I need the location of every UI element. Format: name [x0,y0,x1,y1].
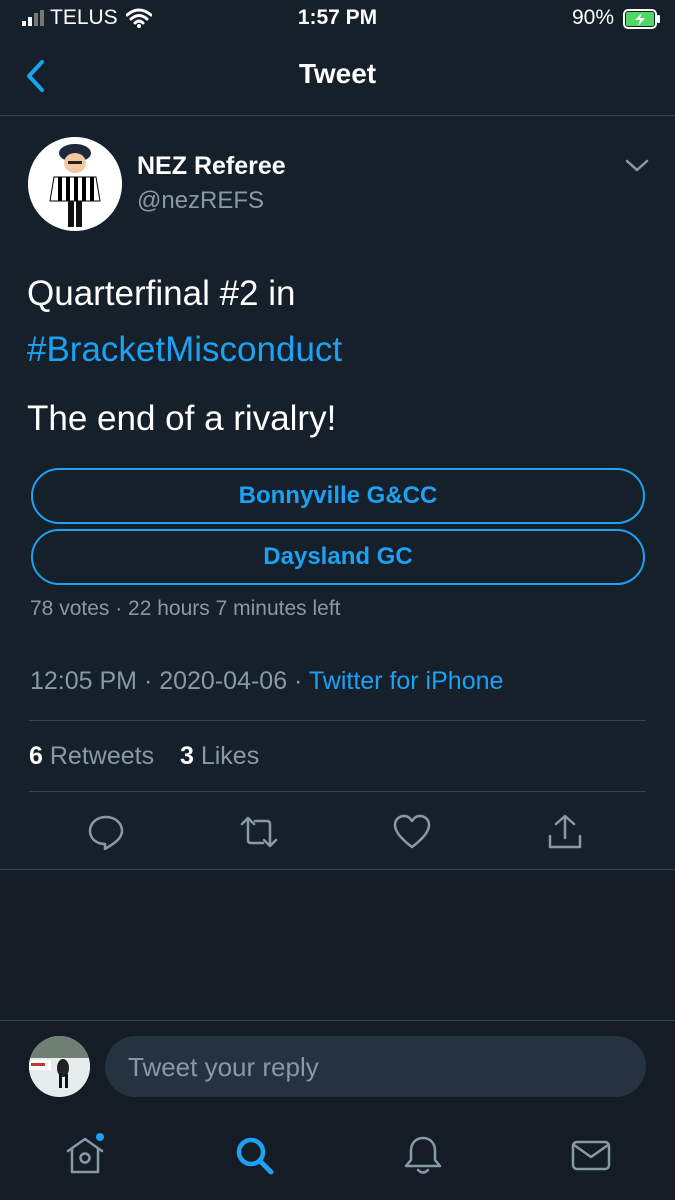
like-heart-icon[interactable] [392,812,432,852]
engagement-stats: 6 Retweets 3 Likes [29,742,259,771]
retweets-label: Retweets [49,742,155,770]
divider [29,720,646,721]
search-icon[interactable] [232,1133,276,1177]
notifications-bell-icon[interactable] [401,1133,445,1177]
author-name[interactable]: NEZ Referee [137,152,286,181]
status-bar: TELUS 1:57 PM 90% [0,0,675,38]
home-icon[interactable] [63,1133,107,1177]
tweet-timestamp: 12:05 PM · 2020-04-06 · [30,667,309,695]
chevron-down-icon[interactable] [624,156,650,176]
tweet-text-line: The end of a rivalry! [27,399,337,438]
hockey-rink-photo [29,1036,90,1097]
poll-option-2[interactable]: Daysland GC [31,529,645,585]
reply-bar-divider [0,1020,675,1021]
page-title: Tweet [298,58,377,89]
retweet-icon[interactable] [239,812,279,852]
poll-summary: 78 votes · 22 hours 7 minutes left [30,597,341,620]
share-icon[interactable] [545,812,585,852]
likes-count: 3 [179,742,194,770]
tweet-source-link[interactable]: Twitter for iPhone [309,667,504,695]
battery-percent: 90% [572,6,615,29]
reply-placeholder: Tweet your reply [128,1052,319,1082]
retweets-stat[interactable]: 6 Retweets [29,742,154,770]
likes-stat[interactable]: 3 Likes [180,742,259,770]
retweets-count: 6 [29,742,43,770]
divider [29,791,646,792]
poll-option-1[interactable]: Bonnyville G&CC [31,468,645,524]
tweet-text-line: Quarterfinal #2 in [27,274,296,313]
tweet-meta: 12:05 PM · 2020-04-06 · Twitter for iPho… [30,667,503,696]
battery-charging-icon [623,9,660,29]
author-handle[interactable]: @nezREFS [137,187,264,215]
hashtag-link[interactable]: #BracketMisconduct [27,330,342,370]
nav-divider [0,115,675,116]
current-user-avatar[interactable] [29,1036,90,1097]
author-avatar[interactable] [28,137,122,231]
likes-label: Likes [200,742,260,770]
reply-icon[interactable] [86,812,126,852]
messages-envelope-icon[interactable] [569,1133,613,1177]
referee-cartoon-image [28,137,122,231]
